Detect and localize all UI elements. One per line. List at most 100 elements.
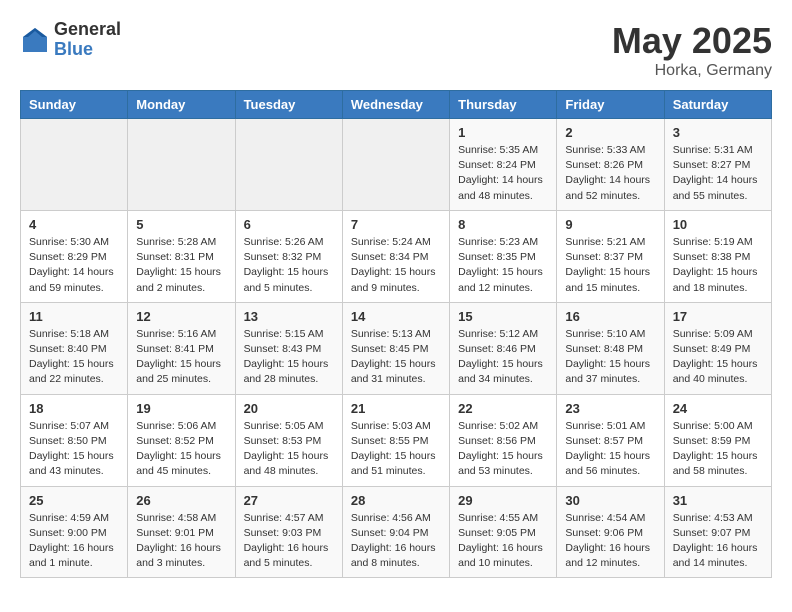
table-row: 8Sunrise: 5:23 AMSunset: 8:35 PMDaylight… — [450, 210, 557, 302]
table-row: 22Sunrise: 5:02 AMSunset: 8:56 PMDayligh… — [450, 394, 557, 486]
day-info: Sunrise: 5:28 AMSunset: 8:31 PMDaylight:… — [136, 235, 226, 296]
table-row: 19 Sunrise: 5:06 AMSunset: 8:52 PMDayligh… — [128, 394, 235, 486]
day-number: 20 — [244, 401, 334, 416]
table-row: 2 Sunrise: 5:33 AMSunset: 8:26 PMDaylight… — [557, 119, 664, 211]
day-number: 10 — [673, 217, 763, 232]
table-row: 23 Sunrise: 5:01 AMSunset: 8:57 PMDayligh… — [557, 394, 664, 486]
logo-text: General Blue — [54, 20, 121, 60]
day-number: 30 — [565, 493, 655, 508]
table-row: 20 Sunrise: 5:05 AMSunset: 8:53 PMDayligh… — [235, 394, 342, 486]
table-row: 18 Sunrise: 5:07 AMSunset: 8:50 PMDayligh… — [21, 394, 128, 486]
table-row: 21 Sunrise: 5:03 AMSunset: 8:55 PMDayligh… — [342, 394, 449, 486]
header-thursday: Thursday — [450, 91, 557, 119]
table-row: 5Sunrise: 5:28 AMSunset: 8:31 PMDaylight… — [128, 210, 235, 302]
day-number: 7 — [351, 217, 441, 232]
day-number: 13 — [244, 309, 334, 324]
day-number: 6 — [244, 217, 334, 232]
header-saturday: Saturday — [664, 91, 771, 119]
day-info: Sunrise: 5:31 AMSunset: 8:27 PMDaylight:… — [673, 143, 763, 204]
day-number: 3 — [673, 125, 763, 140]
table-row: 28Sunrise: 4:56 AMSunset: 9:04 PMDayligh… — [342, 486, 449, 578]
day-info: Sunrise: 4:58 AMSunset: 9:01 PMDaylight:… — [136, 511, 226, 572]
day-info: Sunrise: 5:01 AMSunset: 8:57 PMDaylight:… — [565, 419, 655, 480]
day-number: 4 — [29, 217, 119, 232]
day-number: 18 — [29, 401, 119, 416]
table-row: 12 Sunrise: 5:16 AMSunset: 8:41 PMDayligh… — [128, 302, 235, 394]
day-number: 12 — [136, 309, 226, 324]
day-number: 9 — [565, 217, 655, 232]
day-number: 11 — [29, 309, 119, 324]
day-number: 19 — [136, 401, 226, 416]
table-row: 13 Sunrise: 5:15 AMSunset: 8:43 PMDayligh… — [235, 302, 342, 394]
page-header: General Blue May 2025 Horka, Germany — [20, 20, 772, 80]
day-info: Sunrise: 5:03 AMSunset: 8:55 PMDaylight:… — [351, 419, 441, 480]
day-number: 26 — [136, 493, 226, 508]
day-info: Sunrise: 4:57 AMSunset: 9:03 PMDaylight:… — [244, 511, 334, 572]
table-row: 1 Sunrise: 5:35 AMSunset: 8:24 PMDaylight… — [450, 119, 557, 211]
day-info: Sunrise: 4:54 AMSunset: 9:06 PMDaylight:… — [565, 511, 655, 572]
day-number: 24 — [673, 401, 763, 416]
week-row-1: 1 Sunrise: 5:35 AMSunset: 8:24 PMDaylight… — [21, 119, 772, 211]
table-row: 3 Sunrise: 5:31 AMSunset: 8:27 PMDaylight… — [664, 119, 771, 211]
table-row: 27 Sunrise: 4:57 AMSunset: 9:03 PMDayligh… — [235, 486, 342, 578]
day-info: Sunrise: 5:18 AMSunset: 8:40 PMDaylight:… — [29, 327, 119, 388]
day-number: 17 — [673, 309, 763, 324]
table-row: 30 Sunrise: 4:54 AMSunset: 9:06 PMDayligh… — [557, 486, 664, 578]
week-row-4: 18 Sunrise: 5:07 AMSunset: 8:50 PMDayligh… — [21, 394, 772, 486]
day-number: 15 — [458, 309, 548, 324]
day-info: Sunrise: 5:35 AMSunset: 8:24 PMDaylight:… — [458, 143, 548, 204]
day-info: Sunrise: 5:26 AMSunset: 8:32 PMDaylight:… — [244, 235, 334, 296]
day-number: 14 — [351, 309, 441, 324]
table-row: 15 Sunrise: 5:12 AMSunset: 8:46 PMDayligh… — [450, 302, 557, 394]
day-info: Sunrise: 4:56 AMSunset: 9:04 PMDaylight:… — [351, 511, 441, 572]
day-info: Sunrise: 5:05 AMSunset: 8:53 PMDaylight:… — [244, 419, 334, 480]
table-row: 7 Sunrise: 5:24 AMSunset: 8:34 PMDaylight… — [342, 210, 449, 302]
day-number: 29 — [458, 493, 548, 508]
day-info: Sunrise: 5:21 AMSunset: 8:37 PMDaylight:… — [565, 235, 655, 296]
logo-icon — [20, 25, 50, 55]
header-friday: Friday — [557, 91, 664, 119]
table-row: 31 Sunrise: 4:53 AMSunset: 9:07 PMDayligh… — [664, 486, 771, 578]
day-info: Sunrise: 5:33 AMSunset: 8:26 PMDaylight:… — [565, 143, 655, 204]
logo-blue-text: Blue — [54, 40, 121, 60]
day-info: Sunrise: 5:07 AMSunset: 8:50 PMDaylight:… — [29, 419, 119, 480]
day-number: 21 — [351, 401, 441, 416]
day-info: Sunrise: 5:09 AMSunset: 8:49 PMDaylight:… — [673, 327, 763, 388]
table-row — [21, 119, 128, 211]
calendar-table: Sunday Monday Tuesday Wednesday Thursday… — [20, 90, 772, 578]
table-row — [128, 119, 235, 211]
table-row: 14Sunrise: 5:13 AMSunset: 8:45 PMDayligh… — [342, 302, 449, 394]
table-row: 11 Sunrise: 5:18 AMSunset: 8:40 PMDayligh… — [21, 302, 128, 394]
week-row-3: 11 Sunrise: 5:18 AMSunset: 8:40 PMDayligh… — [21, 302, 772, 394]
day-info: Sunrise: 4:53 AMSunset: 9:07 PMDaylight:… — [673, 511, 763, 572]
day-info: Sunrise: 5:00 AMSunset: 8:59 PMDaylight:… — [673, 419, 763, 480]
day-number: 1 — [458, 125, 548, 140]
weekday-header-row: Sunday Monday Tuesday Wednesday Thursday… — [21, 91, 772, 119]
day-info: Sunrise: 5:15 AMSunset: 8:43 PMDaylight:… — [244, 327, 334, 388]
table-row: 16Sunrise: 5:10 AMSunset: 8:48 PMDayligh… — [557, 302, 664, 394]
day-info: Sunrise: 5:10 AMSunset: 8:48 PMDaylight:… — [565, 327, 655, 388]
day-info: Sunrise: 5:16 AMSunset: 8:41 PMDaylight:… — [136, 327, 226, 388]
day-info: Sunrise: 5:06 AMSunset: 8:52 PMDaylight:… — [136, 419, 226, 480]
day-info: Sunrise: 5:02 AMSunset: 8:56 PMDaylight:… — [458, 419, 548, 480]
header-tuesday: Tuesday — [235, 91, 342, 119]
day-number: 25 — [29, 493, 119, 508]
day-number: 2 — [565, 125, 655, 140]
day-number: 27 — [244, 493, 334, 508]
calendar-location: Horka, Germany — [612, 62, 772, 80]
logo-general-text: General — [54, 20, 121, 40]
day-info: Sunrise: 5:24 AMSunset: 8:34 PMDaylight:… — [351, 235, 441, 296]
day-number: 23 — [565, 401, 655, 416]
header-wednesday: Wednesday — [342, 91, 449, 119]
week-row-5: 25 Sunrise: 4:59 AMSunset: 9:00 PMDayligh… — [21, 486, 772, 578]
day-info: Sunrise: 5:12 AMSunset: 8:46 PMDaylight:… — [458, 327, 548, 388]
day-info: Sunrise: 4:59 AMSunset: 9:00 PMDaylight:… — [29, 511, 119, 572]
table-row — [235, 119, 342, 211]
day-info: Sunrise: 4:55 AMSunset: 9:05 PMDaylight:… — [458, 511, 548, 572]
header-sunday: Sunday — [21, 91, 128, 119]
calendar-title: May 2025 — [612, 20, 772, 62]
day-number: 31 — [673, 493, 763, 508]
logo: General Blue — [20, 20, 121, 60]
table-row: 10Sunrise: 5:19 AMSunset: 8:38 PMDayligh… — [664, 210, 771, 302]
table-row: 25 Sunrise: 4:59 AMSunset: 9:00 PMDayligh… — [21, 486, 128, 578]
